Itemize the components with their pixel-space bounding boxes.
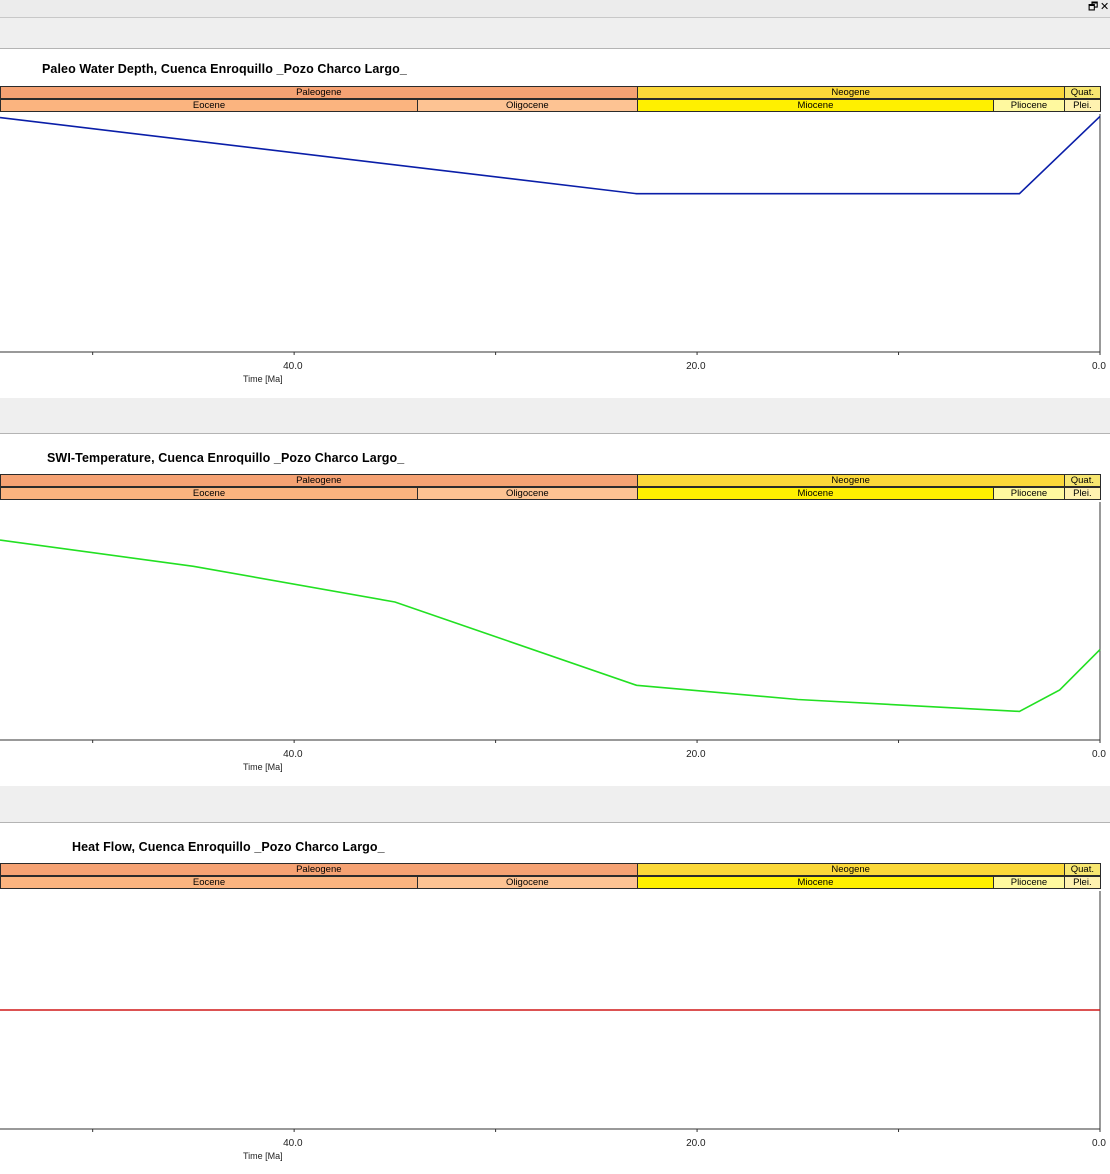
- chart-title: SWI-Temperature, Cuenca Enroquillo _Pozo…: [47, 451, 405, 465]
- restore-icon[interactable]: 🗗: [1088, 0, 1098, 15]
- epoch-eocene: Eocene: [0, 487, 419, 500]
- x-tick-label: 0.0: [1092, 361, 1106, 372]
- x-tick-label: 0.0: [1092, 1138, 1106, 1149]
- epoch-plei: Plei.: [1063, 99, 1101, 112]
- paleo-water-depth-panel: Paleo Water Depth, Cuenca Enroquillo _Po…: [0, 62, 1110, 392]
- x-tick-label: 40.0: [283, 1138, 303, 1149]
- paleo-water-depth-chart: 40.0 20.0 0.0 Time [Ma]: [0, 114, 1106, 384]
- chart-separator-band: [0, 398, 1110, 433]
- window-title-bar: [0, 0, 1110, 18]
- period-paleogene: Paleogene: [0, 474, 638, 487]
- swi-temperature-chart: 40.0 20.0 0.0 Time [Ma]: [0, 502, 1106, 772]
- epoch-oligocene: Oligocene: [417, 487, 638, 500]
- divider: [0, 822, 1110, 823]
- period-paleogene: Paleogene: [0, 86, 638, 99]
- x-axis-title: Time [Ma]: [243, 762, 283, 772]
- period-paleogene: Paleogene: [0, 863, 638, 876]
- heat-flow-chart: 40.0 20.0 0.0 Time [Ma]: [0, 891, 1106, 1161]
- epoch-pliocene: Pliocene: [993, 487, 1065, 500]
- epoch-oligocene: Oligocene: [417, 99, 638, 112]
- period-quat: Quat.: [1063, 86, 1101, 99]
- divider: [0, 433, 1110, 434]
- x-tick-label: 40.0: [283, 361, 303, 372]
- x-axis-title: Time [Ma]: [243, 1151, 283, 1161]
- x-axis-title: Time [Ma]: [243, 374, 283, 384]
- epoch-pliocene: Pliocene: [993, 876, 1065, 889]
- close-icon[interactable]: ✕: [1100, 0, 1109, 15]
- period-neogene: Neogene: [636, 86, 1065, 99]
- x-tick-label: 20.0: [686, 1138, 706, 1149]
- epoch-eocene: Eocene: [0, 876, 419, 889]
- period-quat: Quat.: [1063, 863, 1101, 876]
- chart-title: Paleo Water Depth, Cuenca Enroquillo _Po…: [42, 62, 407, 76]
- epoch-plei: Plei.: [1063, 487, 1101, 500]
- data-series-line: [0, 539, 1101, 713]
- swi-temperature-panel: SWI-Temperature, Cuenca Enroquillo _Pozo…: [0, 451, 1110, 781]
- geologic-time-strip: Paleogene Neogene Quat. Eocene Oligocene Mioc…: [0, 863, 1101, 891]
- divider: [0, 48, 1110, 49]
- epoch-miocene: Miocene: [636, 99, 995, 112]
- period-neogene: Neogene: [636, 863, 1065, 876]
- data-series-line: [0, 115, 1101, 195]
- x-tick-label: 20.0: [686, 361, 706, 372]
- period-quat: Quat.: [1063, 474, 1101, 487]
- chart-toolbar-band: [0, 18, 1110, 48]
- chart-separator-band: [0, 786, 1110, 822]
- chart-title: Heat Flow, Cuenca Enroquillo _Pozo Charc…: [72, 840, 385, 854]
- epoch-miocene: Miocene: [636, 876, 995, 889]
- epoch-plei: Plei.: [1063, 876, 1101, 889]
- period-neogene: Neogene: [636, 474, 1065, 487]
- heat-flow-panel: Heat Flow, Cuenca Enroquillo _Pozo Charc…: [0, 840, 1110, 1174]
- x-tick-label: 20.0: [686, 749, 706, 760]
- geologic-time-strip: Paleogene Neogene Quat. Eocene Oligocene Mioc…: [0, 86, 1101, 114]
- x-tick-label: 40.0: [283, 749, 303, 760]
- epoch-pliocene: Pliocene: [993, 99, 1065, 112]
- x-tick-label: 0.0: [1092, 749, 1106, 760]
- geologic-time-strip: Paleogene Neogene Quat. Eocene Oligocene Mioc…: [0, 474, 1101, 502]
- epoch-eocene: Eocene: [0, 99, 419, 112]
- epoch-oligocene: Oligocene: [417, 876, 638, 889]
- epoch-miocene: Miocene: [636, 487, 995, 500]
